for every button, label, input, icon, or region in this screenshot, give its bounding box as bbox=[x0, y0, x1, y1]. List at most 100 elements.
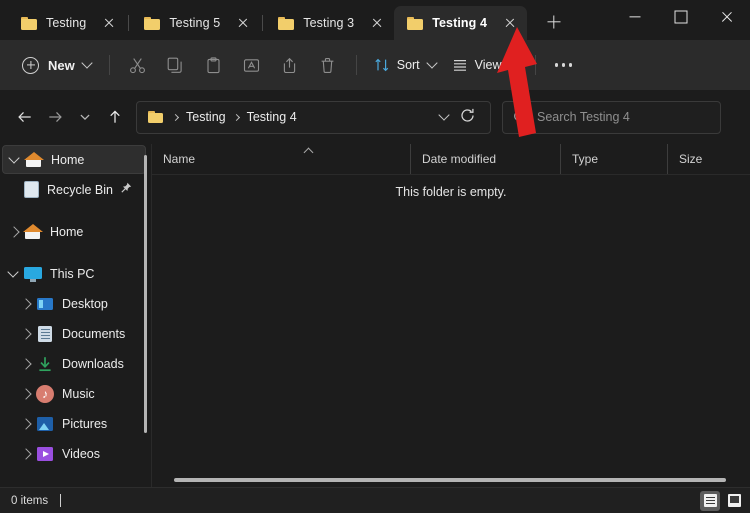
share-button[interactable] bbox=[271, 48, 309, 82]
horizontal-scrollbar[interactable] bbox=[152, 474, 750, 486]
large-icons-view-icon bbox=[727, 494, 741, 507]
videos-icon bbox=[36, 445, 54, 463]
chevron-right-icon[interactable] bbox=[14, 409, 36, 438]
sidebar-item-downloads[interactable]: Downloads bbox=[14, 349, 146, 378]
sidebar-item-documents[interactable]: Documents bbox=[14, 319, 146, 348]
column-headers: Name Date modified Type Size bbox=[152, 144, 750, 174]
sidebar-item-label: Pictures bbox=[62, 416, 108, 431]
tab-close-icon[interactable] bbox=[497, 10, 523, 36]
sidebar-item-this-pc[interactable]: This PC bbox=[2, 259, 146, 288]
tab-close-icon[interactable] bbox=[364, 10, 390, 36]
chevron-right-icon[interactable] bbox=[14, 289, 36, 318]
folder-icon bbox=[144, 16, 161, 30]
address-bar-row: Testing Testing 4 Search Testing 4 bbox=[0, 90, 750, 144]
sidebar-item-home[interactable]: Home bbox=[2, 145, 146, 174]
navigation-pane[interactable]: Home Recycle Bin Home This PC Desktop Do… bbox=[0, 144, 152, 487]
tab-label: Testing bbox=[46, 16, 87, 30]
breadcrumb-item-testing[interactable]: Testing bbox=[184, 110, 228, 124]
chevron-right-icon[interactable] bbox=[14, 379, 36, 408]
copy-button[interactable] bbox=[157, 48, 195, 82]
large-icons-view-button[interactable] bbox=[724, 491, 744, 511]
chevron-down-icon bbox=[426, 57, 438, 69]
column-header-label: Type bbox=[572, 152, 599, 166]
chevron-right-icon[interactable] bbox=[14, 439, 36, 468]
tab-strip: Testing Testing 5 Testing 3 Testing 4 bbox=[0, 0, 750, 40]
folder-icon bbox=[407, 16, 424, 30]
tab-close-icon[interactable] bbox=[230, 10, 256, 36]
paste-button[interactable] bbox=[195, 48, 233, 82]
maximize-icon[interactable] bbox=[658, 0, 704, 33]
tab-testing-5[interactable]: Testing 5 bbox=[131, 6, 260, 40]
sidebar-item-label: This PC bbox=[50, 266, 95, 281]
tab-list: Testing Testing 5 Testing 3 Testing 4 bbox=[0, 0, 569, 40]
sidebar-item-videos[interactable]: Videos bbox=[14, 439, 146, 468]
sidebar-item-home-2[interactable]: Home bbox=[2, 217, 146, 246]
forward-button[interactable] bbox=[40, 102, 70, 132]
rename-button[interactable] bbox=[233, 48, 271, 82]
new-button[interactable]: New bbox=[14, 49, 100, 81]
see-more-button[interactable] bbox=[545, 48, 583, 82]
minimize-icon[interactable] bbox=[612, 0, 658, 33]
tab-label: Testing 5 bbox=[169, 16, 221, 30]
column-header-name[interactable]: Name bbox=[152, 144, 410, 174]
search-input[interactable]: Search Testing 4 bbox=[537, 110, 630, 124]
new-tab-button[interactable] bbox=[539, 7, 569, 37]
tab-label: Testing 4 bbox=[432, 16, 488, 30]
column-header-size[interactable]: Size bbox=[667, 144, 747, 174]
details-view-icon bbox=[703, 494, 717, 507]
home-icon bbox=[23, 223, 43, 241]
sidebar-item-music[interactable]: Music bbox=[14, 379, 146, 408]
chevron-down-icon[interactable] bbox=[2, 259, 24, 288]
details-view-button[interactable] bbox=[700, 490, 720, 511]
up-button[interactable] bbox=[100, 102, 130, 132]
column-header-label: Date modified bbox=[422, 152, 497, 166]
close-icon[interactable] bbox=[704, 0, 750, 33]
window-controls bbox=[612, 0, 750, 33]
sidebar-scrollbar[interactable] bbox=[144, 155, 147, 433]
back-button[interactable] bbox=[10, 102, 40, 132]
chevron-down-icon[interactable] bbox=[3, 145, 25, 174]
recent-locations-button[interactable] bbox=[70, 102, 100, 132]
pictures-icon bbox=[36, 415, 54, 433]
view-button[interactable]: View bbox=[444, 48, 526, 82]
tab-testing[interactable]: Testing bbox=[8, 6, 126, 40]
sort-button[interactable]: Sort bbox=[366, 48, 444, 82]
folder-icon bbox=[21, 16, 37, 30]
chevron-right-icon[interactable] bbox=[14, 349, 36, 378]
chevron-right-icon[interactable] bbox=[2, 217, 24, 246]
sidebar-item-label: Home bbox=[51, 152, 85, 167]
refresh-icon[interactable] bbox=[459, 107, 479, 127]
cut-button[interactable] bbox=[119, 48, 157, 82]
file-list-pane[interactable]: Name Date modified Type Size This folder… bbox=[152, 144, 750, 487]
tab-divider bbox=[128, 15, 130, 31]
new-button-label: New bbox=[48, 57, 75, 73]
tab-testing-3[interactable]: Testing 3 bbox=[265, 6, 394, 40]
toolbar-divider bbox=[108, 55, 110, 75]
chevron-down-icon[interactable] bbox=[438, 109, 450, 121]
view-button-label: View bbox=[474, 58, 502, 72]
documents-icon bbox=[36, 325, 54, 343]
breadcrumb-item-testing-4[interactable]: Testing 4 bbox=[245, 110, 299, 124]
status-bar: 0 items bbox=[0, 487, 750, 513]
column-header-date-modified[interactable]: Date modified bbox=[410, 144, 560, 174]
address-bar[interactable]: Testing Testing 4 bbox=[136, 100, 491, 134]
desktop-icon bbox=[36, 295, 54, 313]
sidebar-item-pictures[interactable]: Pictures bbox=[14, 409, 146, 438]
chevron-right-icon[interactable] bbox=[14, 319, 36, 348]
sidebar-item-label: Recycle Bin bbox=[47, 182, 113, 197]
column-header-label: Name bbox=[163, 152, 196, 166]
sidebar-item-label: Videos bbox=[62, 446, 100, 461]
tab-close-icon[interactable] bbox=[96, 10, 122, 36]
command-bar: New Sort View bbox=[0, 40, 750, 90]
search-box[interactable]: Search Testing 4 bbox=[502, 100, 721, 134]
column-header-type[interactable]: Type bbox=[560, 144, 667, 174]
chevron-down-icon bbox=[81, 57, 93, 69]
tab-testing-4[interactable]: Testing 4 bbox=[394, 6, 528, 40]
scrollbar-thumb[interactable] bbox=[174, 478, 726, 482]
monitor-icon bbox=[24, 265, 42, 283]
file-explorer-window: Testing Testing 5 Testing 3 Testing 4 Ne… bbox=[0, 0, 750, 513]
home-icon bbox=[24, 151, 44, 169]
sidebar-item-recycle-bin[interactable]: Recycle Bin bbox=[2, 175, 146, 204]
sidebar-item-desktop[interactable]: Desktop bbox=[14, 289, 146, 318]
delete-button[interactable] bbox=[309, 48, 347, 82]
